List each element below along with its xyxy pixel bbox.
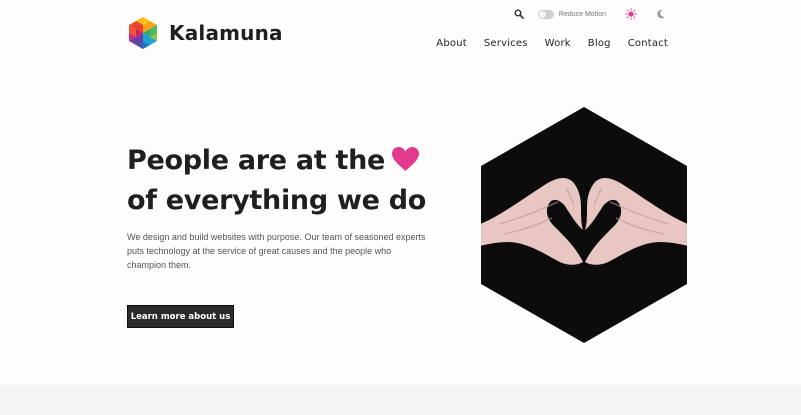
reduce-motion-toggle[interactable]: Reduce Motion (537, 9, 606, 19)
nav-item-about[interactable]: About (436, 38, 467, 49)
search-icon[interactable] (512, 7, 526, 21)
sun-icon[interactable] (624, 7, 638, 21)
moon-icon[interactable] (654, 7, 668, 21)
main-nav: About Services Work Blog Contact (436, 38, 668, 49)
hero-description: We design and build websites with purpos… (127, 232, 426, 270)
hexagon-cube-logo-icon (129, 17, 157, 49)
heart-hands-photo (480, 106, 688, 348)
nav-item-work[interactable]: Work (545, 38, 571, 49)
hero-title-text-1: People are at the (127, 145, 386, 176)
hero-title-line-1: People are at the (127, 142, 426, 182)
next-section-band (0, 385, 801, 415)
heart-icon (391, 145, 420, 182)
toggle-switch[interactable] (537, 9, 554, 19)
utility-bar: Reduce Motion (512, 7, 668, 21)
page: Kalamuna Reduce Motion About Services Wo… (0, 0, 801, 415)
nav-item-contact[interactable]: Contact (628, 38, 668, 49)
hero-title-line-2: of everything we do (127, 185, 426, 216)
reduce-motion-label: Reduce Motion (558, 10, 606, 18)
learn-more-button[interactable]: Learn more about us (127, 305, 234, 328)
nav-item-blog[interactable]: Blog (588, 38, 611, 49)
brand-name: Kalamuna (169, 21, 283, 45)
nav-item-services[interactable]: Services (484, 38, 528, 49)
site-logo[interactable]: Kalamuna (127, 16, 283, 50)
hero-title: People are at the of everything we do (127, 142, 426, 219)
